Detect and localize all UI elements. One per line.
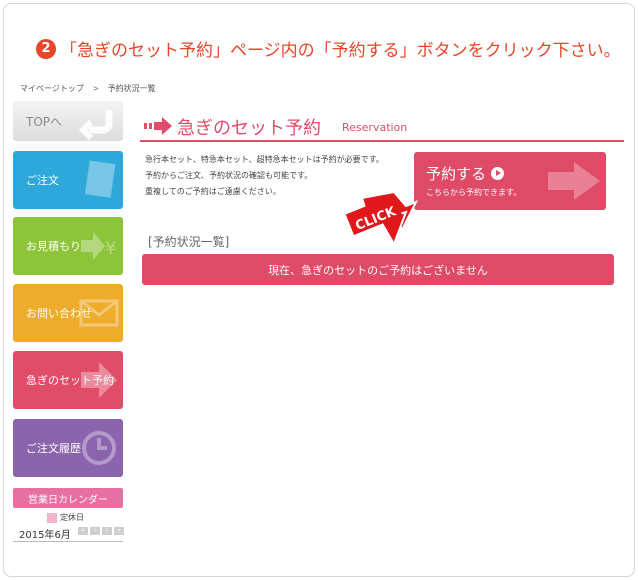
sidebar-divider	[13, 541, 123, 542]
sidebar-item-label: ご注文	[26, 174, 59, 187]
sidebar-item-label: お問い合わせ	[26, 307, 92, 320]
page-subtitle: Reservation	[342, 121, 408, 134]
sidebar-item-order[interactable]: ご注文	[13, 151, 123, 209]
last-month-icon[interactable]: »	[114, 527, 124, 535]
next-month-icon[interactable]: ›	[102, 527, 112, 535]
step-heading: 2 「急ぎのセット予約」ページ内の「予約する」ボタンをクリック下さい。	[36, 36, 621, 61]
reserve-button[interactable]: 予約する こちらから予約できます。	[414, 152, 606, 210]
breadcrumb-home-link[interactable]: マイページトップ	[20, 84, 84, 93]
holiday-legend-label: 定休日	[60, 513, 84, 522]
calendar-month-nav: « ‹ › »	[78, 527, 124, 535]
reserve-button-main: 予約する	[426, 163, 505, 184]
page-title: 急ぎのセット予約	[177, 118, 321, 139]
business-calendar-button[interactable]: 営業日カレンダー	[13, 488, 123, 508]
description-line: 急行本セット、特急本セット、超特急本セットは予約が必要です。	[145, 155, 384, 164]
breadcrumb: マイページトップ > 予約状況一覧	[20, 83, 156, 94]
description-line: 予約からご注文、予約状況の確認も可能です。	[145, 171, 313, 180]
breadcrumb-current: 予約状況一覧	[107, 84, 156, 93]
calendar-month: 2015年6月	[19, 530, 71, 541]
sidebar-item-label: TOPへ	[26, 114, 63, 129]
play-icon	[491, 167, 505, 180]
history-clock-icon	[82, 431, 116, 465]
sidebar-item-label: 急ぎのセット予約	[26, 374, 114, 387]
reserve-button-sub: こちらから予約できます。	[426, 188, 522, 197]
reserve-button-label: 予約する	[426, 165, 487, 183]
document-icon	[84, 160, 116, 198]
yen-arrow-icon: ¥	[81, 232, 116, 260]
sidebar-item-order-history[interactable]: ご注文履歴	[13, 419, 123, 477]
svg-text:¥: ¥	[105, 238, 116, 259]
sidebar-item-label: ご注文履歴	[26, 442, 81, 455]
first-month-icon[interactable]: «	[78, 527, 88, 535]
title-arrow-icon	[144, 117, 172, 135]
click-annotation: CLICK	[345, 190, 419, 247]
sidebar-item-contact[interactable]: お問い合わせ	[13, 284, 123, 342]
sidebar-item-express-reservation[interactable]: 急ぎのセット予約	[13, 351, 123, 409]
sidebar-item-label: お見積もり	[26, 240, 81, 253]
main-title-bar: 急ぎのセット予約 Reservation	[140, 112, 624, 142]
holiday-swatch	[47, 512, 57, 523]
breadcrumb-separator: >	[92, 84, 100, 93]
return-arrow-icon	[79, 110, 113, 141]
prev-month-icon[interactable]: ‹	[90, 527, 100, 535]
step-instruction: 「急ぎのセット予約」ページ内の「予約する」ボタンをクリック下さい。	[60, 41, 621, 61]
arrow-right-icon	[548, 162, 600, 200]
sidebar-item-estimate[interactable]: お見積もり ¥	[13, 217, 123, 275]
status-message-text: 現在、急ぎのセットのご予約はございません	[268, 263, 488, 277]
step-number-badge: 2	[36, 38, 56, 59]
sidebar-item-top[interactable]: TOPへ	[13, 101, 123, 141]
holiday-legend: 定休日	[47, 512, 84, 523]
reservation-status-message: 現在、急ぎのセットのご予約はございません	[142, 254, 614, 285]
reservation-status-heading: [予約状況一覧]	[148, 235, 230, 249]
